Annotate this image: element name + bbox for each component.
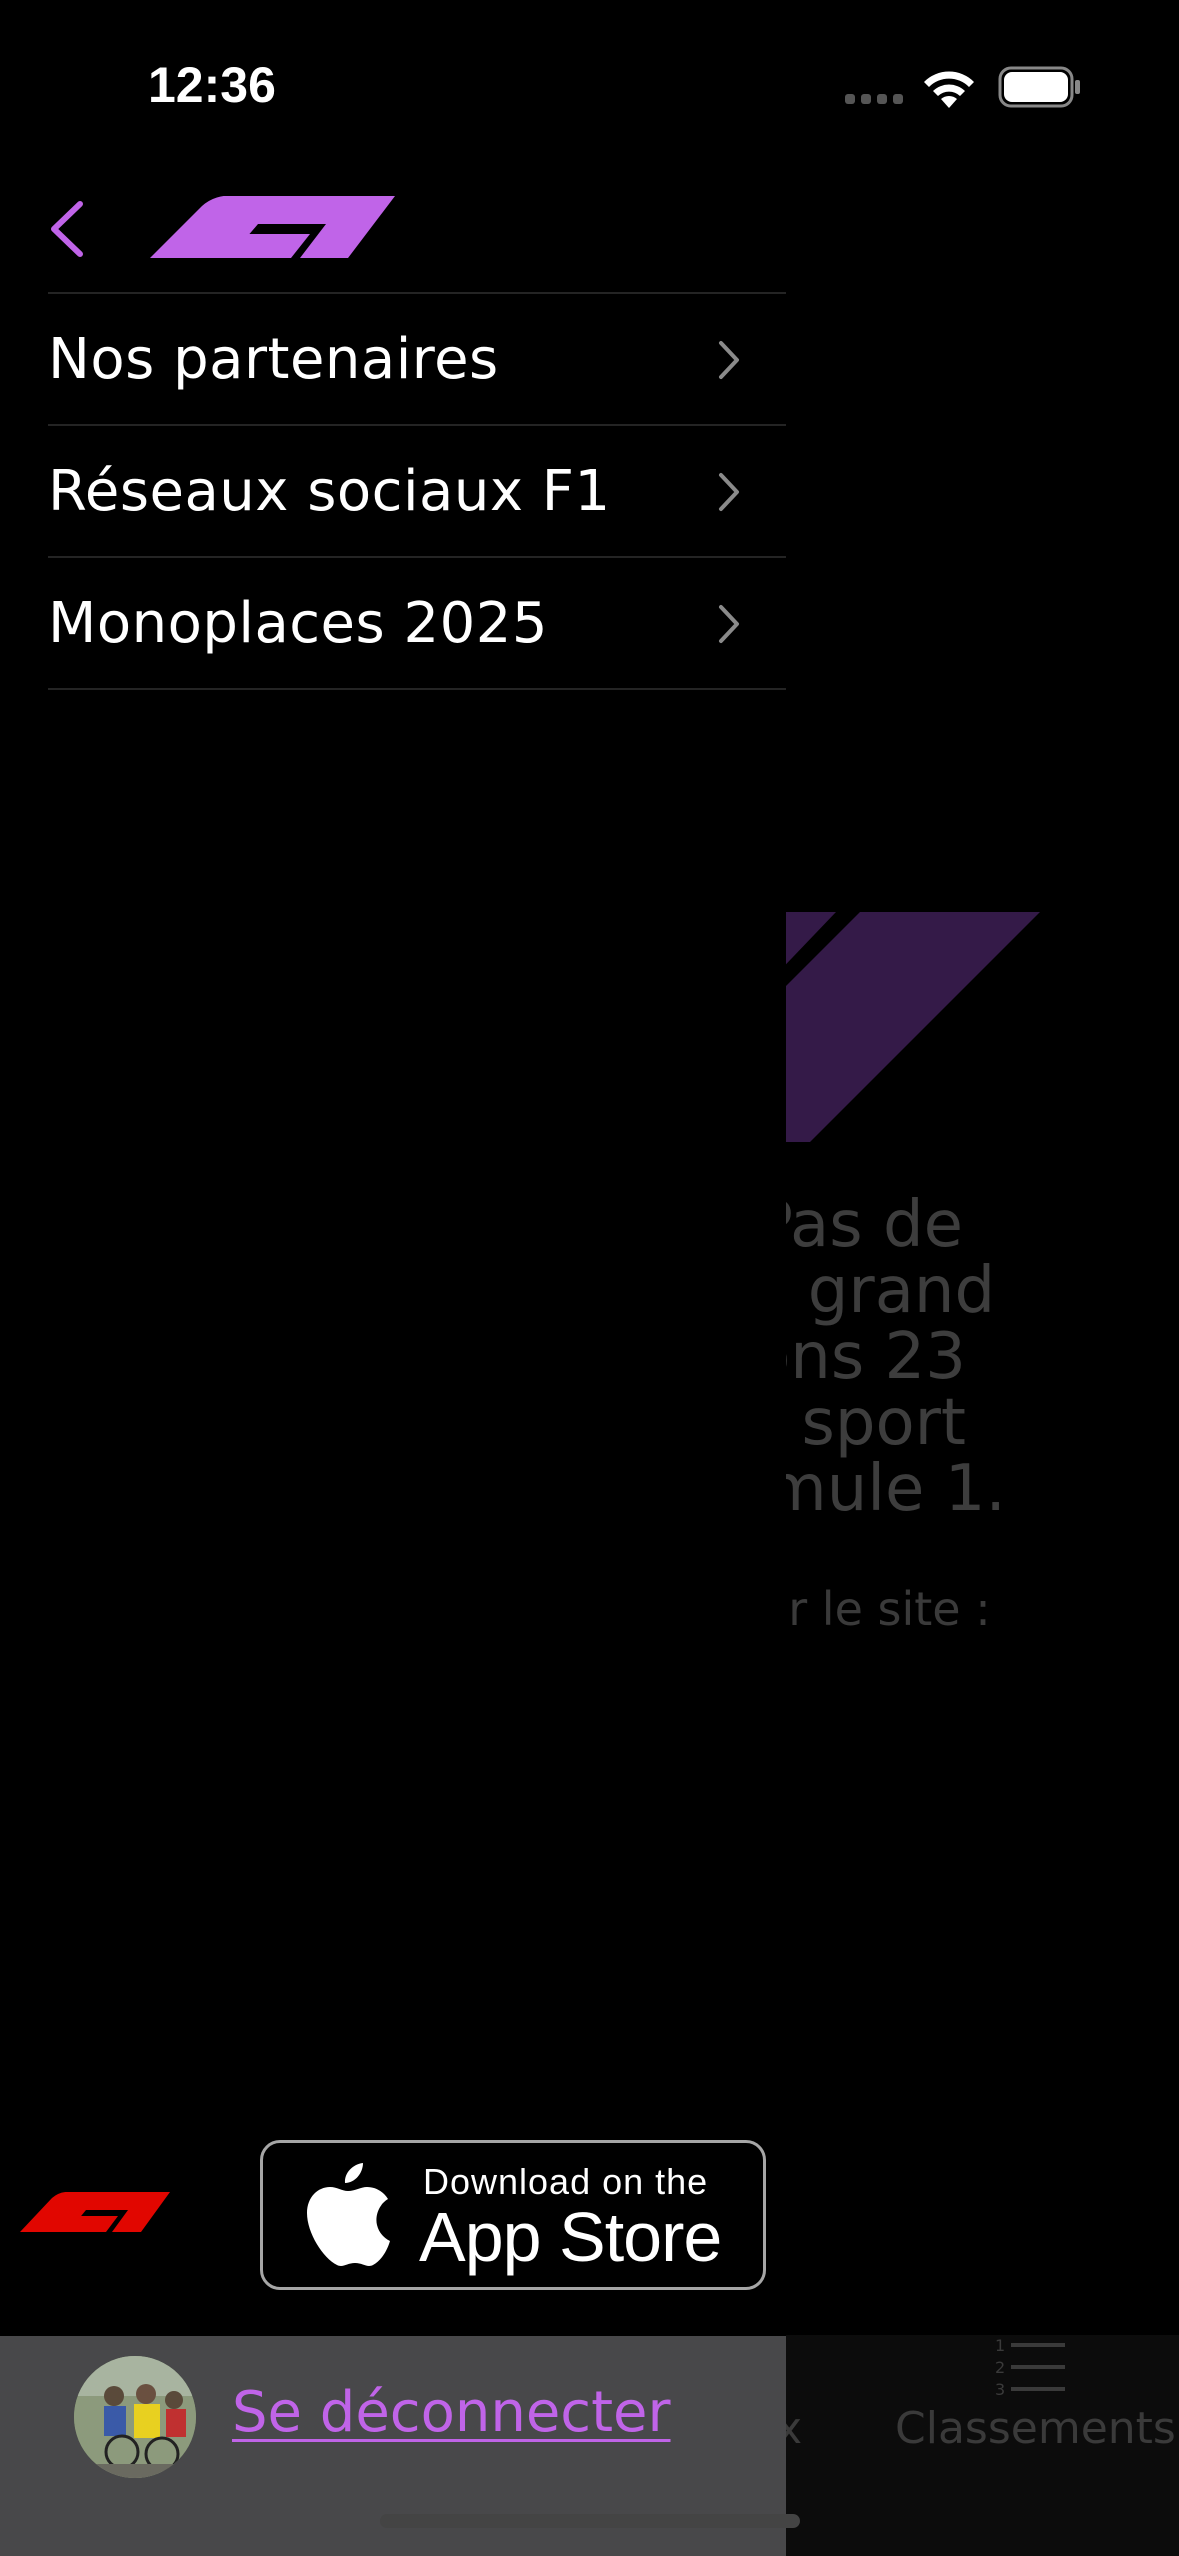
f1-logo — [150, 196, 395, 258]
cellular-signal-icon — [845, 94, 903, 104]
avatar[interactable] — [74, 2356, 196, 2478]
tab-label: Classements — [895, 2403, 1176, 2454]
status-bar: 12:36 — [0, 0, 1179, 170]
wifi-icon — [924, 71, 974, 108]
menu-list: Nos partenaires Réseaux sociaux F1 Monop… — [48, 292, 786, 690]
badge-line2: App Store — [419, 2198, 722, 2276]
battery-icon — [998, 66, 1080, 108]
svg-text:1: 1 — [995, 2336, 1005, 2355]
side-drawer: Nos partenaires Réseaux sociaux F1 Monop… — [0, 0, 786, 2556]
svg-text:3: 3 — [995, 2380, 1005, 2397]
chevron-left-icon[interactable] — [42, 196, 98, 262]
svg-text:2: 2 — [995, 2358, 1005, 2377]
menu-item-label: Monoplaces 2025 — [48, 590, 548, 656]
menu-item-partners[interactable]: Nos partenaires — [48, 294, 786, 426]
menu-item-cars-2025[interactable]: Monoplaces 2025 — [48, 558, 786, 690]
home-indicator — [380, 2514, 800, 2528]
status-time: 12:36 — [148, 57, 276, 113]
logout-link[interactable]: Se déconnecter — [232, 2380, 671, 2445]
menu-item-social-networks[interactable]: Réseaux sociaux F1 — [48, 426, 786, 558]
menu-item-label: Nos partenaires — [48, 326, 499, 392]
app-store-badge[interactable]: Download on the App Store — [260, 2140, 766, 2290]
menu-item-label: Réseaux sociaux F1 — [48, 458, 611, 524]
apple-icon — [307, 2163, 390, 2266]
avatar-image — [74, 2356, 196, 2478]
tab-classements[interactable]: 1 2 3 Classements — [890, 2335, 1179, 2535]
standings-list-icon: 1 2 3 — [995, 2336, 1065, 2397]
chevron-right-icon — [719, 605, 739, 643]
chevron-right-icon — [719, 473, 739, 511]
f1-logo-red — [20, 2192, 170, 2232]
chevron-right-icon — [719, 341, 739, 379]
drawer-footer: Download on the App Store — [0, 2136, 786, 2336]
